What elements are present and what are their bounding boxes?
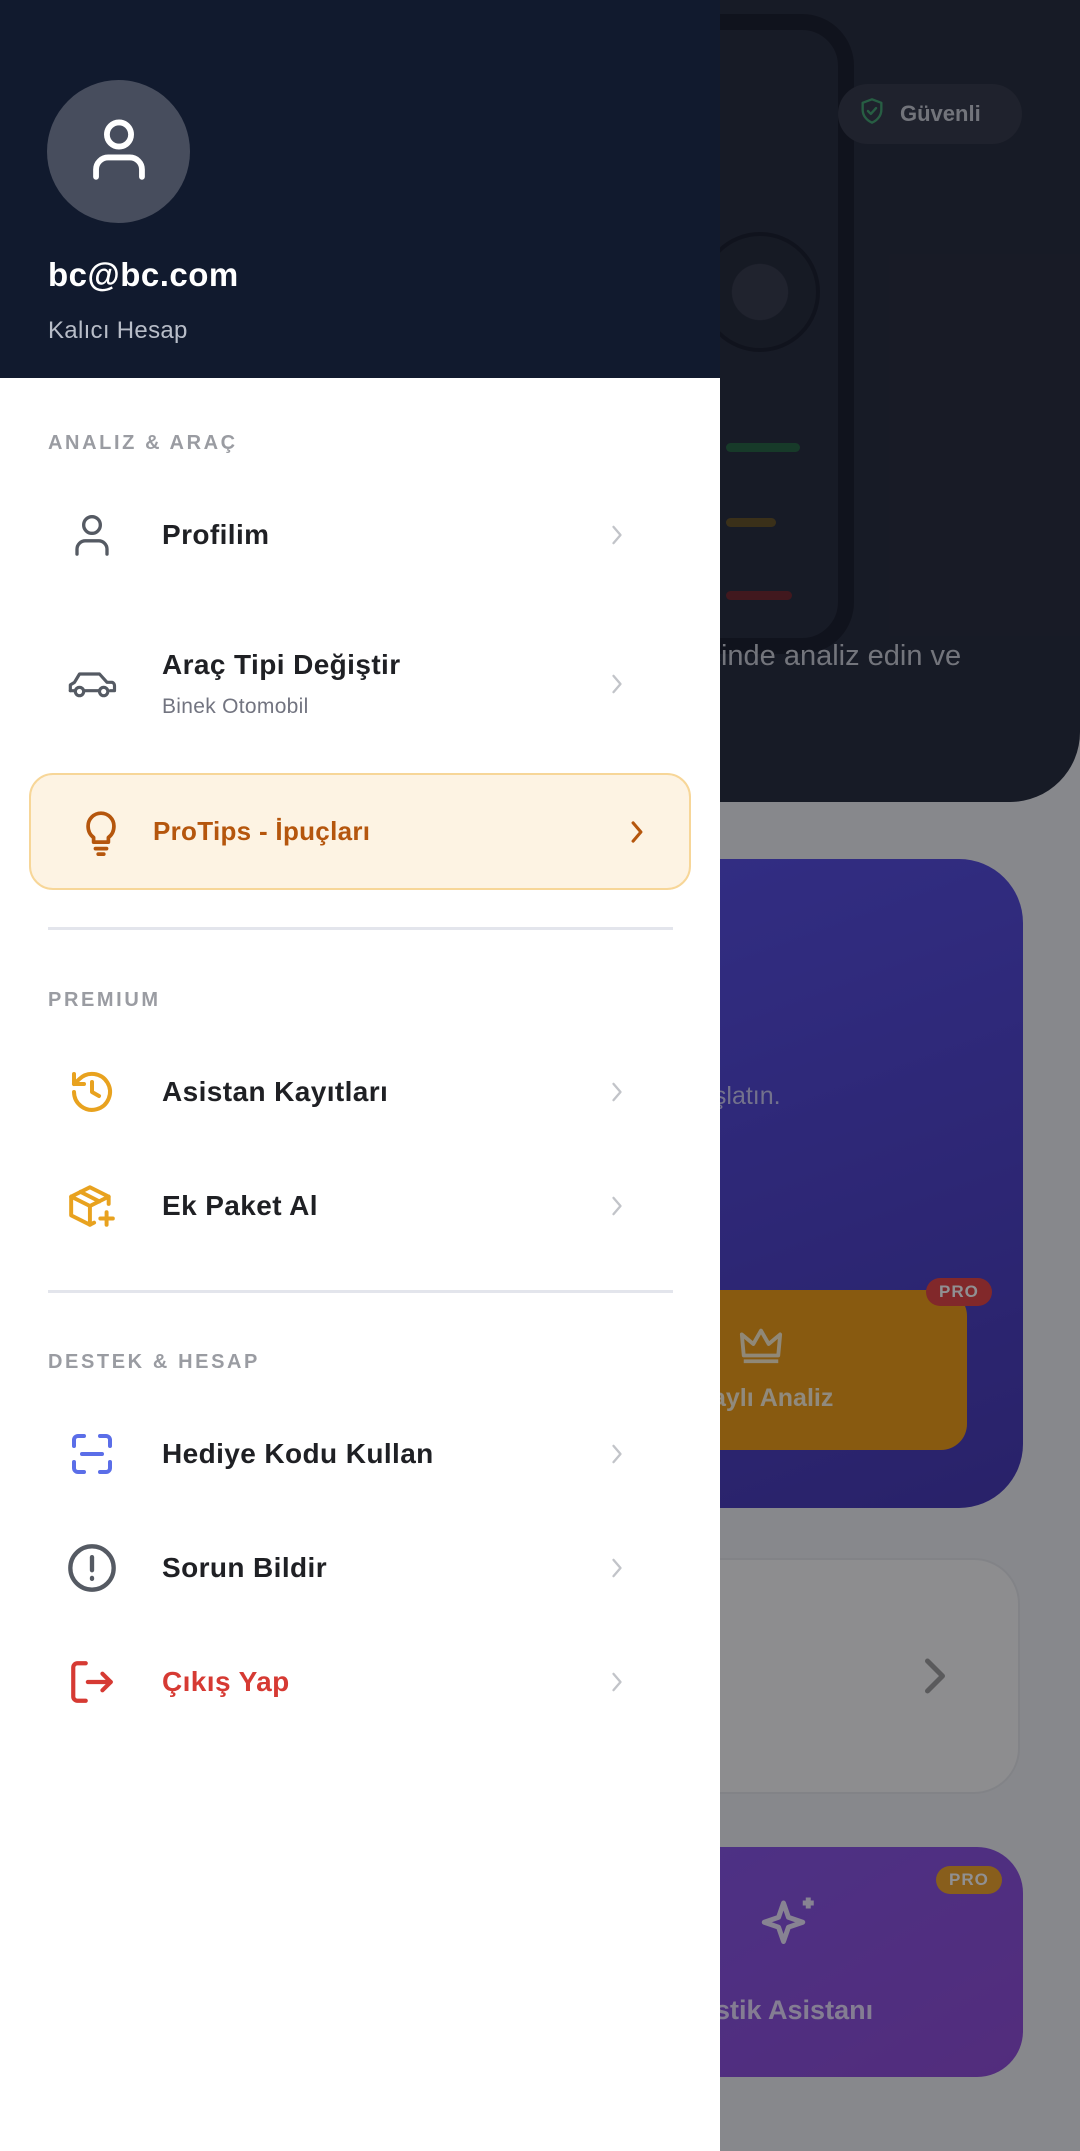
history-icon bbox=[64, 1064, 120, 1120]
chevron-right-icon bbox=[602, 520, 632, 550]
account-type: Kalıcı Hesap bbox=[48, 317, 188, 344]
car-icon bbox=[64, 656, 120, 712]
section-title-analysis: ANALIZ & ARAÇ bbox=[48, 432, 238, 454]
menu-item-label: Hediye Kodu Kullan bbox=[162, 1438, 434, 1469]
menu-item-label: Asistan Kayıtları bbox=[162, 1076, 389, 1107]
chevron-right-icon bbox=[602, 669, 632, 699]
chevron-right-icon bbox=[602, 1439, 632, 1469]
chevron-right-icon bbox=[602, 1553, 632, 1583]
menu-item-label: Ek Paket Al bbox=[162, 1190, 318, 1221]
avatar[interactable] bbox=[47, 80, 190, 223]
menu-item-redeem-gift-code[interactable]: Hediye Kodu Kullan bbox=[48, 1424, 674, 1484]
person-icon bbox=[64, 507, 120, 563]
chevron-right-icon bbox=[602, 1191, 632, 1221]
drawer-header: bc@bc.com Kalıcı Hesap bbox=[0, 0, 720, 378]
divider bbox=[48, 1290, 673, 1293]
package-plus-icon bbox=[64, 1178, 120, 1234]
section-title-premium: PREMIUM bbox=[48, 989, 161, 1011]
menu-item-buy-package[interactable]: Ek Paket Al bbox=[48, 1176, 674, 1236]
menu-item-profile[interactable]: Profilim bbox=[48, 505, 674, 565]
chevron-right-icon bbox=[629, 819, 645, 845]
chevron-right-icon bbox=[602, 1077, 632, 1107]
menu-item-label: Çıkış Yap bbox=[162, 1666, 290, 1697]
lightbulb-icon bbox=[73, 804, 129, 860]
menu-item-change-vehicle[interactable]: Araç Tipi Değiştir Binek Otomobil bbox=[48, 642, 674, 726]
user-icon bbox=[90, 117, 148, 186]
chevron-right-icon bbox=[602, 1667, 632, 1697]
user-email: bc@bc.com bbox=[48, 256, 239, 293]
alert-circle-icon bbox=[64, 1540, 120, 1596]
vehicle-type-value: Binek Otomobil bbox=[162, 695, 309, 718]
scan-code-icon bbox=[64, 1426, 120, 1482]
menu-item-report-problem[interactable]: Sorun Bildir bbox=[48, 1538, 674, 1598]
navigation-drawer: bc@bc.com Kalıcı Hesap ANALIZ & ARAÇ Pro… bbox=[0, 0, 720, 2151]
protips-button[interactable]: ProTips - İpuçları bbox=[29, 773, 691, 890]
protips-label: ProTips - İpuçları bbox=[153, 816, 371, 846]
menu-item-logout[interactable]: Çıkış Yap bbox=[48, 1652, 674, 1712]
divider bbox=[48, 927, 673, 930]
menu-item-label: Araç Tipi Değiştir bbox=[162, 649, 401, 680]
menu-item-label: Profilim bbox=[162, 519, 270, 550]
menu-item-label: Sorun Bildir bbox=[162, 1552, 328, 1583]
logout-icon bbox=[64, 1654, 120, 1710]
section-title-support: DESTEK & HESAP bbox=[48, 1351, 260, 1373]
menu-item-assistant-history[interactable]: Asistan Kayıtları bbox=[48, 1062, 674, 1122]
